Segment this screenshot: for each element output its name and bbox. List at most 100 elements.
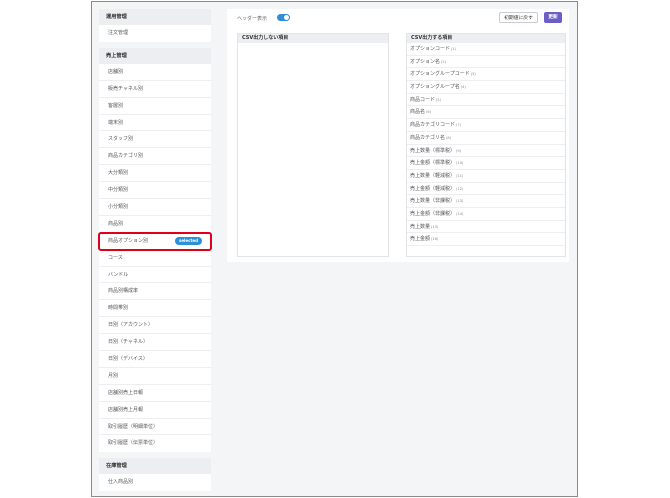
sidebar-group-header: 運用管理: [99, 9, 211, 25]
csv-item[interactable]: 売上数量（標準税）(9): [407, 145, 565, 158]
sidebar-item[interactable]: コース: [99, 250, 211, 267]
csv-item-label: 売上数量（非課税）: [410, 198, 456, 205]
excluded-items-panel[interactable]: CSV出力しない項目: [237, 33, 389, 257]
csv-item-label: オプション名: [410, 58, 441, 65]
sidebar-item[interactable]: 取引履歴（伝票単位）: [99, 435, 211, 452]
csv-item-number: (4): [460, 85, 466, 90]
csv-item-number: (3): [470, 72, 476, 77]
csv-item-number: (12): [456, 186, 464, 191]
sidebar-item[interactable]: 商品別構成率: [99, 283, 211, 301]
sidebar-group-header: 売上管理: [99, 47, 211, 64]
csv-item-label: 商品カテゴリ名: [410, 134, 446, 141]
included-items-list: オプションコード(1) オプション名(2) オプショングループコード(3) オプション…: [407, 43, 565, 246]
sidebar-item[interactable]: 店舗別売上月報: [99, 402, 211, 419]
toggle-knob: [284, 15, 289, 20]
sidebar: 運用管理注文管理売上管理店舗別販売チャネル別 客層別端末別スタッフ別商品カテゴリ別…: [98, 9, 212, 496]
sidebar-group: 運用管理注文管理: [99, 9, 211, 42]
csv-item-number: (15): [431, 224, 439, 229]
csv-item-number: (6): [426, 110, 432, 115]
sidebar-item[interactable]: 商品カテゴリ別: [99, 148, 211, 166]
sidebar-item[interactable]: 取引履歴（明細単位）: [99, 419, 211, 436]
sidebar-item-label: 店舗別: [108, 68, 124, 75]
sidebar-group: 在庫管理 仕入商品別: [99, 458, 211, 492]
sidebar-item-label: 仕入商品別: [108, 479, 134, 486]
sidebar-item-label: 時間帯別: [108, 305, 129, 312]
sidebar-item-label: 日別（アカウント）: [108, 322, 154, 329]
sidebar-item[interactable]: 店舗別売上日報: [99, 385, 211, 402]
csv-item-number: (2): [441, 59, 447, 64]
sidebar-item[interactable]: 中分類別: [99, 182, 211, 200]
app-window: 運用管理注文管理売上管理店舗別販売チャネル別 客層別端末別スタッフ別商品カテゴリ別…: [91, 1, 578, 497]
sidebar-item-label: 端末別: [108, 119, 124, 126]
csv-item-label: オプショングループコード: [410, 71, 470, 78]
sidebar-item[interactable]: 仕入商品別: [99, 474, 211, 491]
csv-item[interactable]: 売上金額（軽減税）(12): [407, 183, 565, 196]
csv-item-number: (10): [456, 161, 464, 166]
csv-item-number: (13): [456, 199, 464, 204]
sidebar-item-label: 月別: [108, 372, 119, 379]
sidebar-item[interactable]: 商品別: [99, 216, 211, 233]
csv-item[interactable]: オプショングループ名(4): [407, 81, 565, 94]
csv-item[interactable]: 売上数量（軽減税）(11): [407, 170, 565, 183]
csv-item-number: (5): [436, 97, 442, 102]
sidebar-item[interactable]: 端末別: [99, 115, 211, 132]
csv-item-number: (16): [431, 237, 439, 242]
sidebar-item-label: 商品別: [108, 220, 124, 227]
csv-item[interactable]: 商品カテゴリ名(8): [407, 132, 565, 145]
sidebar-item[interactable]: 小分類別: [99, 199, 211, 216]
sidebar-item-label: 日別（チャネル）: [108, 339, 148, 346]
csv-item[interactable]: 売上金額(16): [407, 233, 565, 246]
csv-item[interactable]: 売上数量（非課税）(13): [407, 195, 565, 208]
csv-item[interactable]: 売上金額（標準税）(10): [407, 157, 565, 170]
sidebar-item-label: 注文管理: [108, 30, 129, 36]
csv-item[interactable]: オプショングループコード(3): [407, 68, 565, 82]
sidebar-item-label: コース: [108, 254, 123, 261]
csv-item[interactable]: 商品コード(5): [407, 94, 565, 107]
sidebar-item-label: 客層別: [108, 102, 124, 109]
sidebar-item-label: 商品オプション別: [108, 237, 149, 244]
csv-item-number: (14): [456, 211, 464, 216]
csv-item[interactable]: 商品カテゴリコード(7): [407, 119, 565, 132]
sidebar-item[interactable]: 日別（デバイス）: [99, 351, 211, 368]
sidebar-item[interactable]: 日別（アカウント）: [99, 317, 211, 335]
csv-item-label: 売上数量（標準税）: [410, 147, 456, 154]
csv-item[interactable]: 売上数量(15): [407, 221, 565, 234]
sidebar-item[interactable]: 商品オプション別 selected: [98, 231, 212, 251]
csv-item[interactable]: オプションコード(1): [407, 43, 565, 56]
csv-item-label: 売上金額（非課税）: [410, 210, 456, 217]
sidebar-item[interactable]: スタッフ別: [99, 131, 211, 149]
sidebar-item[interactable]: 大分類別: [99, 165, 211, 183]
sidebar-item-label: 大分類別: [108, 170, 129, 177]
reset-button[interactable]: 初期値に戻す: [499, 12, 538, 23]
csv-item[interactable]: 売上金額（非課税）(14): [407, 208, 565, 221]
sidebar-item-label: 店舗別売上日報: [108, 389, 144, 396]
main-panel: ヘッダー表示 初期値に戻す 更新 CSV出力しない項目 CSV出力する項目 オプ…: [227, 9, 569, 262]
sidebar-item-label: 商品カテゴリ別: [108, 153, 144, 160]
sidebar-item[interactable]: 日別（チャネル）: [99, 334, 211, 352]
sidebar-item-label: 取引履歴（明細単位）: [108, 423, 159, 430]
sidebar-item[interactable]: 店舗別: [99, 64, 211, 81]
sidebar-item-label: 商品別構成率: [108, 288, 139, 295]
included-items-header: CSV出力する項目: [407, 34, 565, 43]
csv-item-number: (11): [456, 173, 464, 178]
header-toggle[interactable]: [277, 14, 290, 21]
csv-item-label: 売上金額（標準税）: [410, 160, 456, 167]
sidebar-item[interactable]: 時間帯別: [99, 300, 211, 318]
sidebar-item[interactable]: 客層別: [99, 98, 211, 115]
sidebar-item[interactable]: バンドル: [99, 267, 211, 284]
excluded-items-header: CSV出力しない項目: [238, 34, 388, 43]
sidebar-item-label: 店舗別売上月報: [108, 406, 144, 413]
sidebar-item-label: バンドル: [108, 271, 129, 278]
sidebar-item-label: 販売チャネル別: [108, 85, 143, 92]
sidebar-item[interactable]: 月別: [99, 368, 211, 385]
csv-item-label: 売上数量: [410, 223, 431, 230]
sidebar-item-label: 取引履歴（伝票単位）: [108, 440, 159, 447]
csv-item[interactable]: 商品名(6): [407, 106, 565, 120]
sidebar-item-label: スタッフ別: [108, 136, 134, 143]
sidebar-item[interactable]: 販売チャネル別: [99, 81, 211, 98]
csv-item-label: 売上金額: [410, 236, 431, 243]
sidebar-item[interactable]: 注文管理: [99, 25, 211, 42]
update-button[interactable]: 更新: [544, 12, 562, 23]
csv-item[interactable]: オプション名(2): [407, 56, 565, 69]
sidebar-item-label: 小分類別: [108, 204, 129, 211]
